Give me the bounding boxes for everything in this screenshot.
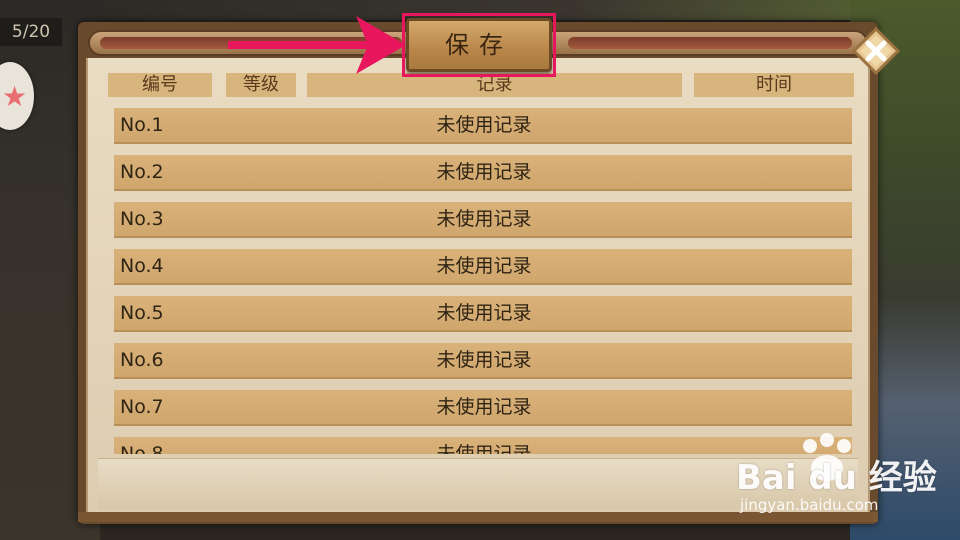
save-slot-row[interactable]: No.6 未使用记录 (114, 343, 852, 379)
title-highlight-frame (402, 13, 556, 77)
slot-number: No.6 (120, 349, 164, 371)
slot-record: 未使用记录 (436, 396, 532, 418)
save-slot-row[interactable]: No.4 未使用记录 (114, 249, 852, 285)
slot-number: No.1 (120, 114, 164, 136)
save-slot-row[interactable]: No.5 未使用记录 (114, 296, 852, 332)
slot-record: 未使用记录 (436, 349, 532, 371)
slot-record: 未使用记录 (436, 255, 532, 277)
slot-number: No.3 (120, 208, 164, 230)
column-header-number: 编号 (108, 73, 212, 97)
slot-number: No.7 (120, 396, 164, 418)
watermark-logo: Bai du 经验 (736, 458, 937, 498)
column-header-time: 时间 (694, 73, 854, 97)
slot-record: 未使用记录 (436, 161, 532, 183)
save-slot-list[interactable]: No.1 未使用记录 No.2 未使用记录 No.3 未使用记录 No.4 未使… (110, 104, 856, 454)
slot-record: 未使用记录 (436, 114, 532, 136)
slot-record: 未使用记录 (436, 302, 532, 324)
rail-groove-right (568, 37, 852, 49)
slot-record: 未使用记录 (436, 443, 532, 454)
slot-record: 未使用记录 (436, 208, 532, 230)
page-counter: 5/20 (0, 18, 62, 46)
save-slot-row[interactable]: No.2 未使用记录 (114, 155, 852, 191)
star-icon: ★ (2, 80, 28, 113)
slot-number: No.5 (120, 302, 164, 324)
slot-number: No.4 (120, 255, 164, 277)
save-slot-row[interactable]: No.1 未使用记录 (114, 108, 852, 144)
save-slot-row[interactable]: No.7 未使用记录 (114, 390, 852, 426)
watermark-url: jingyan.baidu.com (740, 496, 879, 514)
close-button[interactable] (852, 27, 900, 75)
save-slot-row[interactable]: No.3 未使用记录 (114, 202, 852, 238)
slot-number: No.2 (120, 161, 164, 183)
slot-number: No.8 (120, 443, 164, 454)
baidu-watermark: Bai du 经验 jingyan.baidu.com (736, 432, 956, 532)
pointer-arrow-icon (228, 16, 406, 74)
